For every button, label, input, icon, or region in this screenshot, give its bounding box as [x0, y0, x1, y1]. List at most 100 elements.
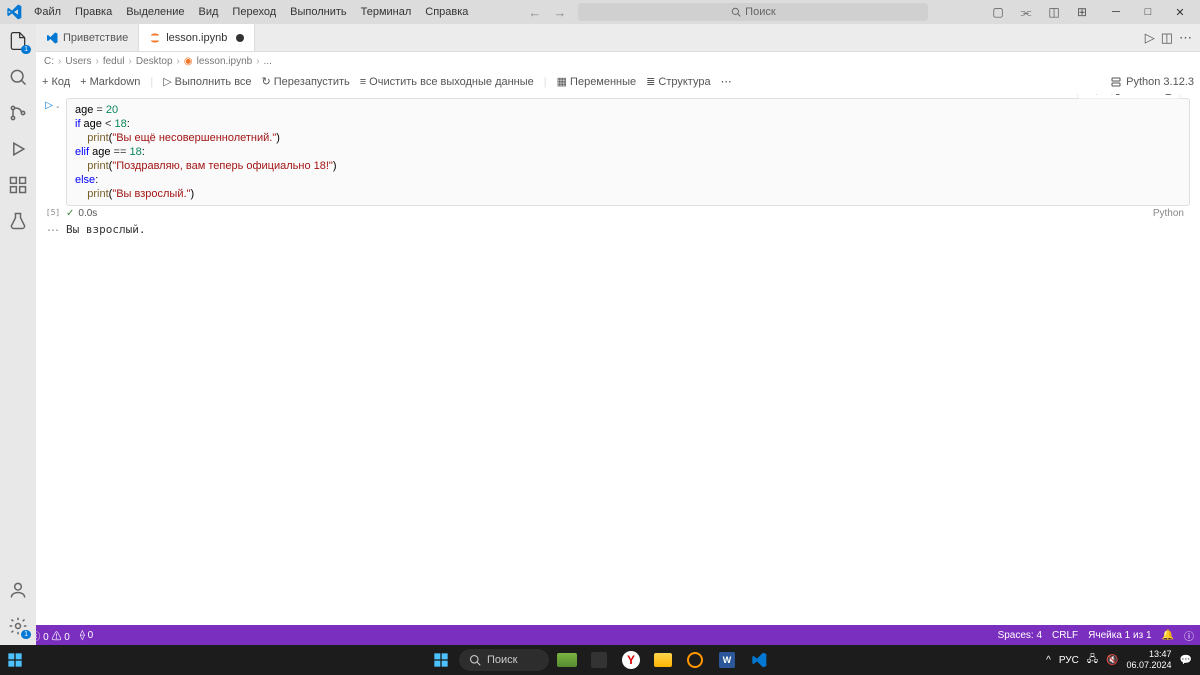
taskbar-app-1[interactable] — [553, 646, 581, 674]
output-options-icon[interactable]: ⋯ — [40, 223, 66, 237]
tray-network-icon[interactable]: 🖧 — [1087, 652, 1098, 669]
spaces-indicator[interactable]: Spaces: 4 — [998, 630, 1042, 641]
menu-item[interactable]: Выделение — [120, 4, 190, 20]
cell-language-label[interactable]: Python — [1153, 208, 1200, 219]
window-close-button[interactable]: ✕ — [1164, 0, 1196, 24]
tray-volume-icon[interactable]: 🔇 — [1106, 655, 1118, 666]
run-debug-icon[interactable] — [7, 138, 29, 160]
add-code-cell-button[interactable]: + Код — [42, 76, 70, 88]
explorer-badge: 1 — [21, 45, 31, 54]
code-line: print("Вы взрослый.") — [75, 187, 1181, 201]
testing-icon[interactable] — [7, 210, 29, 232]
add-markdown-cell-button[interactable]: + Markdown — [80, 76, 140, 88]
layout-customize-icon[interactable]: ⊞ — [1072, 2, 1092, 22]
cell-split-icon[interactable]: ⊟ — [1127, 94, 1137, 96]
layout-toggle-3-icon[interactable]: ◫ — [1044, 2, 1064, 22]
start-button[interactable] — [427, 646, 455, 674]
code-line: print("Вы ещё несовершеннолетний.") — [75, 131, 1181, 145]
menu-item[interactable]: Вид — [193, 4, 225, 20]
app-icon-4[interactable] — [681, 646, 709, 674]
taskbar-search[interactable]: Поиск — [459, 649, 549, 671]
cell-position-indicator[interactable]: Ячейка 1 из 1 — [1088, 630, 1151, 641]
accounts-icon[interactable] — [7, 579, 29, 601]
breadcrumb[interactable]: C:›Users›fedul›Desktop›◉ lesson.ipynb›..… — [36, 52, 1200, 70]
extensions-icon[interactable] — [7, 174, 29, 196]
tray-clock[interactable]: 13:47 06.07.2024 — [1127, 649, 1172, 671]
cell-execute-icon[interactable]: ▷ — [1096, 94, 1105, 96]
nav-forward-button[interactable]: → — [549, 3, 570, 22]
search-icon — [731, 7, 741, 17]
run-all-button[interactable]: ▷ Выполнить все — [163, 75, 251, 88]
menu-item[interactable]: Файл — [28, 4, 67, 20]
search-placeholder: Поиск — [745, 6, 775, 18]
tray-notifications-icon[interactable]: 💬 — [1180, 655, 1192, 666]
restart-kernel-button[interactable]: ↻ Перезапустить — [262, 75, 350, 88]
cell-delete-icon[interactable]: 🗑 — [1161, 94, 1176, 96]
notebook-toolbar: + Код + Markdown | ▷ Выполнить все ↻ Пер… — [36, 70, 1200, 94]
split-editor-icon[interactable]: ◫ — [1161, 30, 1173, 46]
main-menu: ФайлПравкаВыделениеВидПереходВыполнитьТе… — [28, 4, 474, 20]
variables-button[interactable]: ▦ Переменные — [557, 75, 637, 88]
explorer-icon[interactable]: 1 — [7, 30, 29, 52]
tray-language[interactable]: РУС — [1059, 655, 1079, 666]
tray-chevron-icon[interactable]: ^ — [1046, 655, 1051, 666]
source-control-icon[interactable] — [7, 102, 29, 124]
command-search-input[interactable]: Поиск — [578, 3, 928, 21]
tab-welcome[interactable]: Приветствие — [36, 24, 139, 51]
settings-icon[interactable]: 1 — [7, 615, 29, 637]
kernel-selector[interactable]: Python 3.12.3 — [1110, 76, 1194, 88]
cell-output: Вы взрослый. — [66, 223, 145, 237]
breadcrumb-segment[interactable]: lesson.ipynb — [197, 56, 253, 67]
widgets-button[interactable] — [0, 645, 30, 675]
layout-toggle-1-icon[interactable]: ▢ — [988, 2, 1008, 22]
code-cell[interactable]: ⧉ ▷ ▷̱ ⊟ ⋯ 🗑 age = 20if age < 18: print(… — [66, 98, 1190, 206]
more-tab-actions-icon[interactable]: ⋯ — [1179, 30, 1192, 46]
menu-item[interactable]: Терминал — [355, 4, 418, 20]
tab-lesson-notebook[interactable]: lesson.ipynb — [139, 24, 255, 51]
breadcrumb-segment[interactable]: Desktop — [136, 56, 173, 67]
activity-bar: 1 1 — [0, 24, 36, 647]
notifications-icon[interactable]: 🔔 — [1162, 630, 1174, 641]
run-cell-button[interactable]: ▷⌄ — [45, 100, 61, 111]
menu-item[interactable]: Выполнить — [284, 4, 352, 20]
window-maximize-button[interactable]: □ — [1132, 0, 1164, 24]
search-panel-icon[interactable] — [7, 66, 29, 88]
search-icon — [469, 654, 481, 666]
layout-toggle-2-icon[interactable]: ⫘ — [1016, 2, 1036, 22]
tab-label: Приветствие — [63, 32, 128, 44]
execution-time: 0.0s — [78, 208, 97, 219]
cell-more-icon[interactable]: ⋯ — [1143, 94, 1155, 96]
ports-button[interactable]: ⟠ 0 — [80, 630, 93, 641]
word-app-icon[interactable]: W — [713, 646, 741, 674]
check-icon: ✓ — [66, 208, 74, 219]
nav-back-button[interactable]: ← — [524, 3, 545, 22]
menu-item[interactable]: Справка — [419, 4, 474, 20]
kernel-name: Python 3.12.3 — [1126, 76, 1194, 88]
jupyter-icon — [149, 32, 161, 44]
breadcrumb-segment[interactable]: C: — [44, 56, 54, 67]
vscode-app-icon[interactable] — [745, 646, 773, 674]
outline-button[interactable]: ≣ Структура — [646, 75, 710, 88]
breadcrumb-segment[interactable]: ... — [264, 56, 272, 67]
code-line: else: — [75, 173, 1181, 187]
tab-label: lesson.ipynb — [166, 32, 227, 44]
file-explorer-icon[interactable] — [649, 646, 677, 674]
taskbar-app-2[interactable] — [585, 646, 613, 674]
more-toolbar-button[interactable]: ⋯ — [721, 75, 732, 88]
menu-item[interactable]: Правка — [69, 4, 118, 20]
yandex-app-icon[interactable]: Y — [617, 646, 645, 674]
breadcrumb-segment[interactable]: fedul — [103, 56, 125, 67]
cell-run-by-line-icon[interactable]: ⧉ — [1082, 94, 1091, 96]
prettier-icon[interactable]: ⓘ — [1184, 628, 1194, 643]
cell-execute-above-icon[interactable]: ▷̱ — [1111, 94, 1120, 96]
menu-item[interactable]: Переход — [226, 4, 282, 20]
clear-outputs-button[interactable]: ≡ Очистить все выходные данные — [360, 76, 534, 88]
modified-indicator-icon — [236, 34, 244, 42]
eol-indicator[interactable]: CRLF — [1052, 630, 1078, 641]
breadcrumb-segment[interactable]: Users — [65, 56, 91, 67]
vscode-icon — [46, 32, 58, 44]
run-cell-icon[interactable]: ▷ — [1145, 30, 1155, 46]
problems-button[interactable]: ⓧ 0 ⚠ 0 — [30, 628, 69, 643]
window-minimize-button[interactable]: ─ — [1100, 0, 1132, 24]
windows-taskbar: Поиск Y W ^ РУС 🖧 🔇 13:47 06.07.2024 💬 — [0, 645, 1200, 675]
